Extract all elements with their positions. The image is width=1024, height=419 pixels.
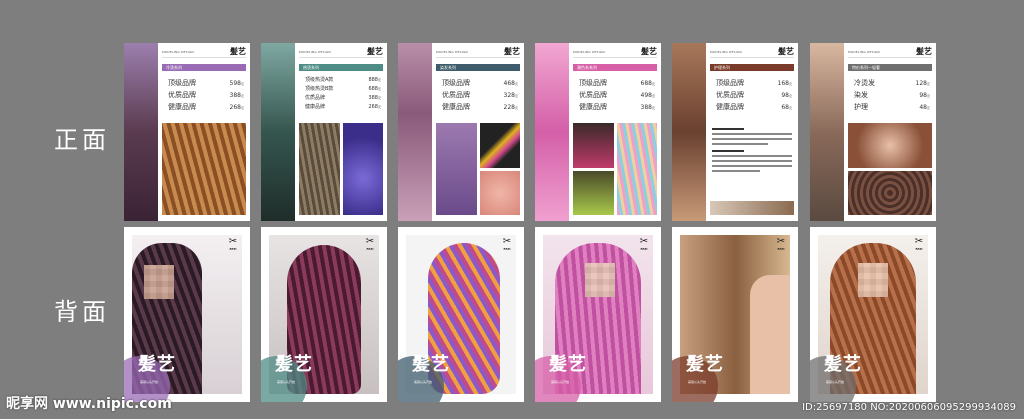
price-list: 冷烫发 128元 染发 98元 护理 48元	[854, 78, 930, 114]
back-title: 髪艺	[686, 354, 724, 375]
back-subtitle: 美丽从头开始	[826, 380, 845, 384]
front-card-4: MODELING DESIGN 髪艺 潮色系系列 顶级品牌 688元 优质品牌 498…	[535, 43, 661, 221]
back-card-2: ✂ FATI 髪艺 美丽从头开始	[261, 227, 387, 402]
watermark-left: 昵享网 www.nipic.com	[6, 396, 172, 412]
back-card-4: ✂ FATI 髪艺 美丽从头开始	[535, 227, 661, 402]
price-list: 顶级品牌 168元 优质品牌 98元 健康品牌 68元	[716, 78, 792, 114]
price-row: 优质品牌 388元	[168, 91, 244, 99]
face-placeholder	[144, 265, 174, 299]
price-row: 健康品牌 388元	[579, 103, 655, 111]
salon-logo: ✂ FATI	[776, 236, 786, 252]
hair-photo	[479, 170, 520, 215]
back-card-6: ✂ FATI 髪艺 美丽从头开始	[810, 227, 936, 402]
front-card-2: MODELING DESIGN 髪艺 热烫系列 顶级热烫A款 888元 顶级热烫B款…	[261, 43, 387, 221]
price-row: 护理 48元	[854, 103, 930, 111]
hair-strip	[261, 43, 295, 221]
price-row: 顶级品牌 168元	[716, 79, 792, 87]
price-row: 冷烫发 128元	[854, 79, 930, 87]
price-row: 健康品牌 268元	[168, 103, 244, 111]
series-bar: 护理系列	[710, 64, 794, 71]
price-row: 健康品牌 68元	[716, 103, 792, 111]
hair-strip	[810, 43, 844, 221]
salon-logo: ✂ FATI	[502, 236, 512, 252]
price-row: 健康品牌 268元	[305, 104, 381, 110]
photo-area	[848, 123, 932, 215]
side-label-back: 背面	[54, 298, 110, 326]
series-bar: 特价系列—轻奢	[848, 64, 932, 71]
price-list: 顶级品牌 598元 优质品牌 388元 健康品牌 268元	[168, 78, 244, 114]
brand-logo: 髪艺	[504, 47, 520, 56]
hair-strip	[535, 43, 569, 221]
series-bar: 热烫系列	[299, 64, 383, 71]
series-bar: 潮色系系列	[573, 64, 657, 71]
back-title: 髪艺	[138, 354, 176, 375]
front-card-3: MODELING DESIGN 髪艺 染发系列 顶级品牌 468元 优质品牌 328元…	[398, 43, 524, 221]
hair-photo	[710, 201, 794, 215]
brand-logo: 髪艺	[916, 47, 932, 56]
photo-area	[436, 123, 520, 215]
back-card-5: ✂ FATI 髪艺 美丽从头开始	[672, 227, 798, 402]
price-list: 顶级品牌 468元 优质品牌 328元 健康品牌 228元	[442, 78, 518, 114]
back-subtitle: 美丽从头开始	[551, 380, 570, 384]
back-subtitle: 美丽从头开始	[277, 380, 296, 384]
series-bar: 冷烫系列	[162, 64, 246, 71]
price-row: 优质品牌 498元	[579, 91, 655, 99]
hair-strip	[672, 43, 706, 221]
photo-area	[573, 123, 657, 215]
back-subtitle: 美丽从头开始	[414, 380, 433, 384]
hair-photo	[616, 123, 657, 215]
salon-logo: ✂ FATI	[914, 236, 924, 252]
price-row: 优质品牌 328元	[442, 91, 518, 99]
hair-photo	[299, 123, 340, 215]
hair-photo	[342, 123, 383, 215]
back-title: 髪艺	[824, 354, 862, 375]
price-list: 顶级热烫A款 888元 顶级热烫B款 688元 优质品牌 388元 健康品牌 268元	[305, 76, 381, 112]
brand-logo: 髪艺	[641, 47, 657, 56]
hair-photo	[848, 170, 932, 215]
front-card-5: MODELING DESIGN 髪艺 护理系列 顶级品牌 168元 优质品牌 98元 …	[672, 43, 798, 221]
price-row: 顶级品牌 468元	[442, 79, 518, 87]
price-list: 顶级品牌 688元 优质品牌 498元 健康品牌 388元	[579, 78, 655, 114]
photo-area	[162, 123, 246, 215]
description-text-block	[712, 123, 792, 199]
price-row: 顶级品牌 598元	[168, 79, 244, 87]
face-placeholder	[858, 263, 888, 297]
price-row: 健康品牌 228元	[442, 103, 518, 111]
salon-logo: ✂ FATI	[228, 236, 238, 252]
price-row: 优质品牌 98元	[716, 91, 792, 99]
back-subtitle: 美丽从头开始	[140, 380, 159, 384]
front-card-6: MODELING DESIGN 髪艺 特价系列—轻奢 冷烫发 128元 染发 98元 …	[810, 43, 936, 221]
hair-photo	[573, 170, 614, 215]
price-row: 顶级品牌 688元	[579, 79, 655, 87]
salon-logo: ✂ FATI	[365, 236, 375, 252]
price-row: 顶级热烫A款 888元	[305, 77, 381, 83]
back-subtitle: 美丽从头开始	[688, 380, 707, 384]
series-bar: 染发系列	[436, 64, 520, 71]
brand-logo: 髪艺	[778, 47, 794, 56]
brand-logo: 髪艺	[230, 47, 246, 56]
back-title: 髪艺	[275, 354, 313, 375]
hair-photo	[848, 123, 932, 168]
salon-logo: ✂ FATI	[639, 236, 649, 252]
hair-strip	[398, 43, 432, 221]
hair-photo	[573, 123, 614, 168]
front-card-1: MODELING DESIGN 髪艺 冷烫系列 顶级品牌 598元 优质品牌 388元…	[124, 43, 250, 221]
hair-strip	[124, 43, 158, 221]
hair-photo	[162, 123, 246, 215]
photo-area	[299, 123, 383, 215]
watermark-right: ID:25697180 NO:20200606095299934089	[802, 402, 1016, 413]
price-row: 染发 98元	[854, 91, 930, 99]
hair-photo	[479, 123, 520, 168]
face-placeholder	[585, 263, 615, 297]
brand-logo: 髪艺	[367, 47, 383, 56]
hair-photo	[436, 123, 477, 215]
side-label-front: 正面	[54, 126, 110, 154]
back-card-3: ✂ FATI 髪艺 美丽从头开始	[398, 227, 524, 402]
price-row: 顶级热烫B款 688元	[305, 86, 381, 92]
back-card-1: ✂ FATI 髪艺 美丽从头开始	[124, 227, 250, 402]
back-title: 髪艺	[549, 354, 587, 375]
price-row: 优质品牌 388元	[305, 95, 381, 101]
back-title: 髪艺	[412, 354, 450, 375]
